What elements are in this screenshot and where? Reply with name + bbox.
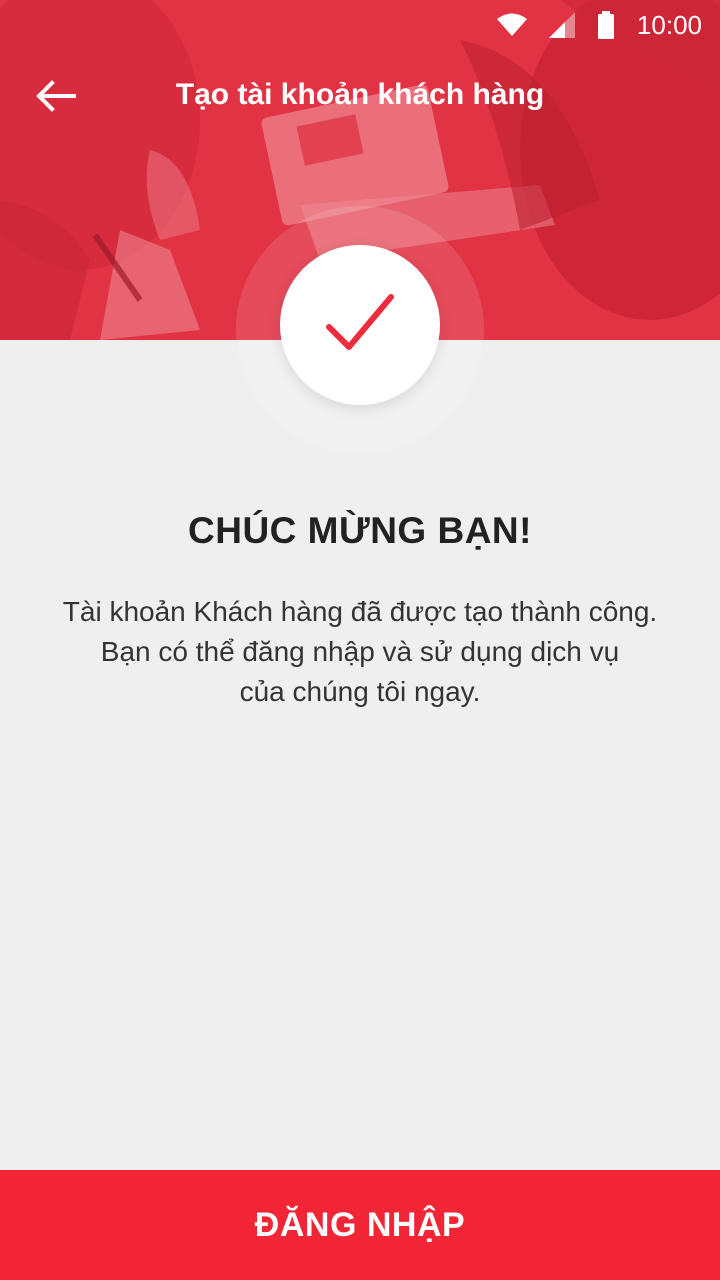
signal-icon: [548, 12, 575, 38]
success-message-line: của chúng tôi ngay.: [239, 676, 481, 707]
page-title: Tạo tài khoản khách hàng: [175, 78, 545, 111]
battery-icon: [597, 11, 615, 39]
status-time: 10:00: [636, 9, 702, 40]
login-button[interactable]: ĐĂNG NHẬP: [0, 1170, 720, 1280]
success-message-line: Bạn có thể đăng nhập và sử dụng dịch vụ: [100, 636, 620, 667]
account-created-screen: 10:00 Tạo tài khoản khách hàng CHÚC MỪNG…: [0, 0, 720, 1280]
success-headline: CHÚC MỪNG BẠN!: [188, 510, 532, 551]
status-bar: 10:00: [0, 0, 720, 50]
checkmark-icon: [325, 291, 395, 360]
success-content: CHÚC MỪNG BẠN! Tài khoản Khách hàng đã đ…: [0, 510, 720, 712]
success-badge: [280, 245, 440, 405]
success-message: Tài khoản Khách hàng đã được tạo thành c…: [0, 592, 720, 712]
wifi-icon: [496, 13, 527, 37]
success-message-line: Tài khoản Khách hàng đã được tạo thành c…: [62, 596, 658, 627]
app-bar: Tạo tài khoản khách hàng: [0, 50, 720, 146]
